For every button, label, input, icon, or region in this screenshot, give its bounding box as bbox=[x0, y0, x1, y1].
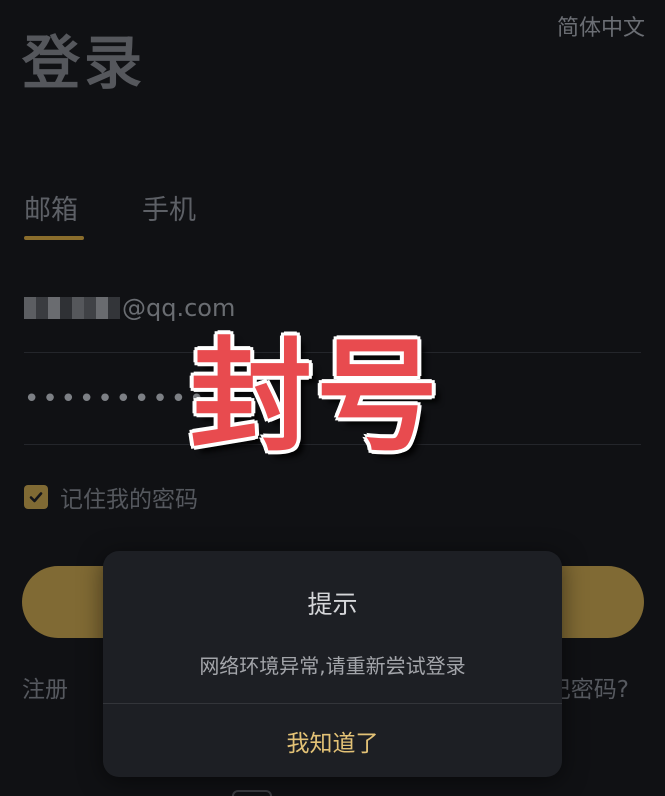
home-indicator bbox=[232, 790, 272, 796]
remember-password-row[interactable]: 记住我的密码 bbox=[24, 480, 198, 514]
pixelated-redaction bbox=[24, 297, 120, 319]
dialog-message: 网络环境异常,请重新尝试登录 bbox=[199, 654, 466, 678]
language-selector[interactable]: 简体中文 bbox=[557, 10, 645, 42]
password-field[interactable]: •••••••••• bbox=[24, 384, 207, 414]
tab-email[interactable]: 邮箱 bbox=[24, 188, 78, 227]
register-link[interactable]: 注册 bbox=[22, 670, 68, 704]
dialog-title: 提示 bbox=[307, 590, 358, 619]
email-value: @qq.com bbox=[122, 294, 236, 322]
remember-label: 记住我的密码 bbox=[60, 487, 198, 513]
remember-checkbox[interactable] bbox=[24, 485, 48, 509]
account-banned-stamp: 封号 bbox=[190, 326, 442, 468]
tab-phone[interactable]: 手机 bbox=[142, 188, 196, 227]
dialog-confirm-button[interactable]: 我知道了 bbox=[103, 704, 562, 777]
active-tab-indicator bbox=[24, 236, 84, 240]
page-title: 登录 bbox=[22, 29, 147, 97]
login-screen: 简体中文 登录 邮箱 手机 @qq.com •••••••••• 记住我的密码 … bbox=[0, 0, 665, 796]
checkmark-icon bbox=[29, 492, 43, 503]
alert-dialog: 提示 网络环境异常,请重新尝试登录 我知道了 bbox=[103, 551, 562, 777]
